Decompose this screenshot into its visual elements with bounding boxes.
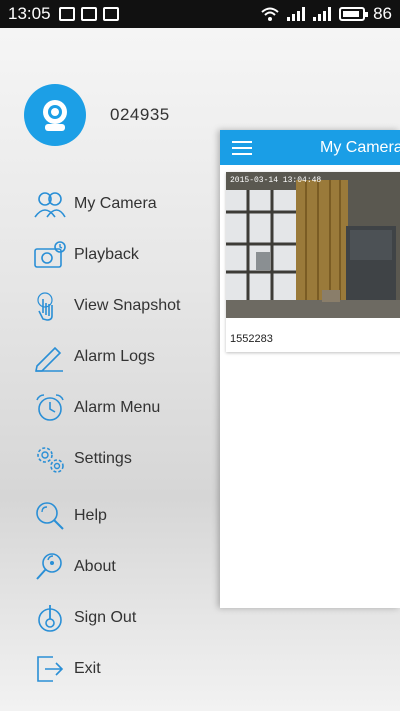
user-id: 024935	[110, 105, 170, 124]
drawer-menu: My Camera Playback View Snapshot Alarm L…	[32, 178, 222, 694]
navigation-drawer: 024935 My Camera Playback View Snapshot …	[0, 28, 220, 711]
menu-item-label: Help	[74, 506, 107, 524]
battery-level: 86	[373, 4, 392, 23]
menu-item-view-snapshot[interactable]: View Snapshot	[32, 280, 222, 331]
menu-item-label: Exit	[74, 659, 101, 677]
menu-item-my-camera[interactable]: My Camera	[32, 178, 222, 229]
menu-item-label: Sign Out	[74, 608, 137, 626]
menu-item-label: Settings	[74, 449, 132, 467]
menu-item-label: Alarm Logs	[74, 347, 155, 365]
menu-item-label: Alarm Menu	[74, 398, 161, 416]
profile-header: 024935	[24, 84, 170, 146]
help-icon	[32, 498, 68, 534]
menu-item-label: View Snapshot	[74, 296, 181, 314]
sign-out-icon	[32, 600, 68, 636]
page-title: My Camera	[320, 138, 400, 156]
signal-icon	[287, 7, 306, 21]
app-toolbar: My Camera	[220, 130, 400, 165]
camera-name: 1552283	[230, 333, 273, 345]
alarm-menu-icon	[32, 390, 68, 426]
signal-icon-2	[313, 7, 332, 21]
menu-item-sign-out[interactable]: Sign Out	[32, 592, 222, 643]
menu-item-settings[interactable]: Settings	[32, 433, 222, 484]
menu-item-label: About	[74, 557, 116, 575]
menu-item-alarm-logs[interactable]: Alarm Logs	[32, 331, 222, 382]
menu-item-playback[interactable]: Playback	[32, 229, 222, 280]
menu-item-exit[interactable]: Exit	[32, 643, 222, 694]
notification-icon	[58, 7, 75, 21]
alarm-logs-icon	[32, 339, 68, 375]
status-time: 13:05	[8, 4, 51, 23]
menu-item-label: Playback	[74, 245, 139, 263]
image-icon	[80, 7, 97, 21]
settings-icon	[32, 441, 68, 477]
battery-icon	[339, 7, 369, 21]
exit-icon	[32, 651, 68, 687]
camera-card[interactable]: 2015-03-14 13:04:48 1552283	[226, 172, 400, 352]
main-panel: My Camera 2015-03-14 13:04:48 1552283	[220, 130, 400, 608]
menu-item-alarm-menu[interactable]: Alarm Menu	[32, 382, 222, 433]
menu-item-help[interactable]: Help	[32, 490, 222, 541]
wifi-icon	[261, 7, 279, 21]
my-camera-icon	[32, 186, 68, 222]
menu-item-label: My Camera	[74, 194, 157, 212]
message-icon	[102, 7, 119, 21]
camera-avatar-icon	[43, 100, 67, 131]
status-bar: 13:05 86	[0, 0, 400, 28]
about-icon	[32, 549, 68, 585]
camera-thumbnail[interactable]: 2015-03-14 13:04:48	[226, 172, 400, 318]
view-snapshot-icon	[32, 288, 68, 324]
avatar[interactable]	[24, 84, 86, 146]
menu-icon[interactable]	[232, 140, 252, 155]
playback-icon	[32, 237, 68, 273]
menu-item-about[interactable]: About	[32, 541, 222, 592]
camera-timestamp: 2015-03-14 13:04:48	[230, 176, 321, 185]
